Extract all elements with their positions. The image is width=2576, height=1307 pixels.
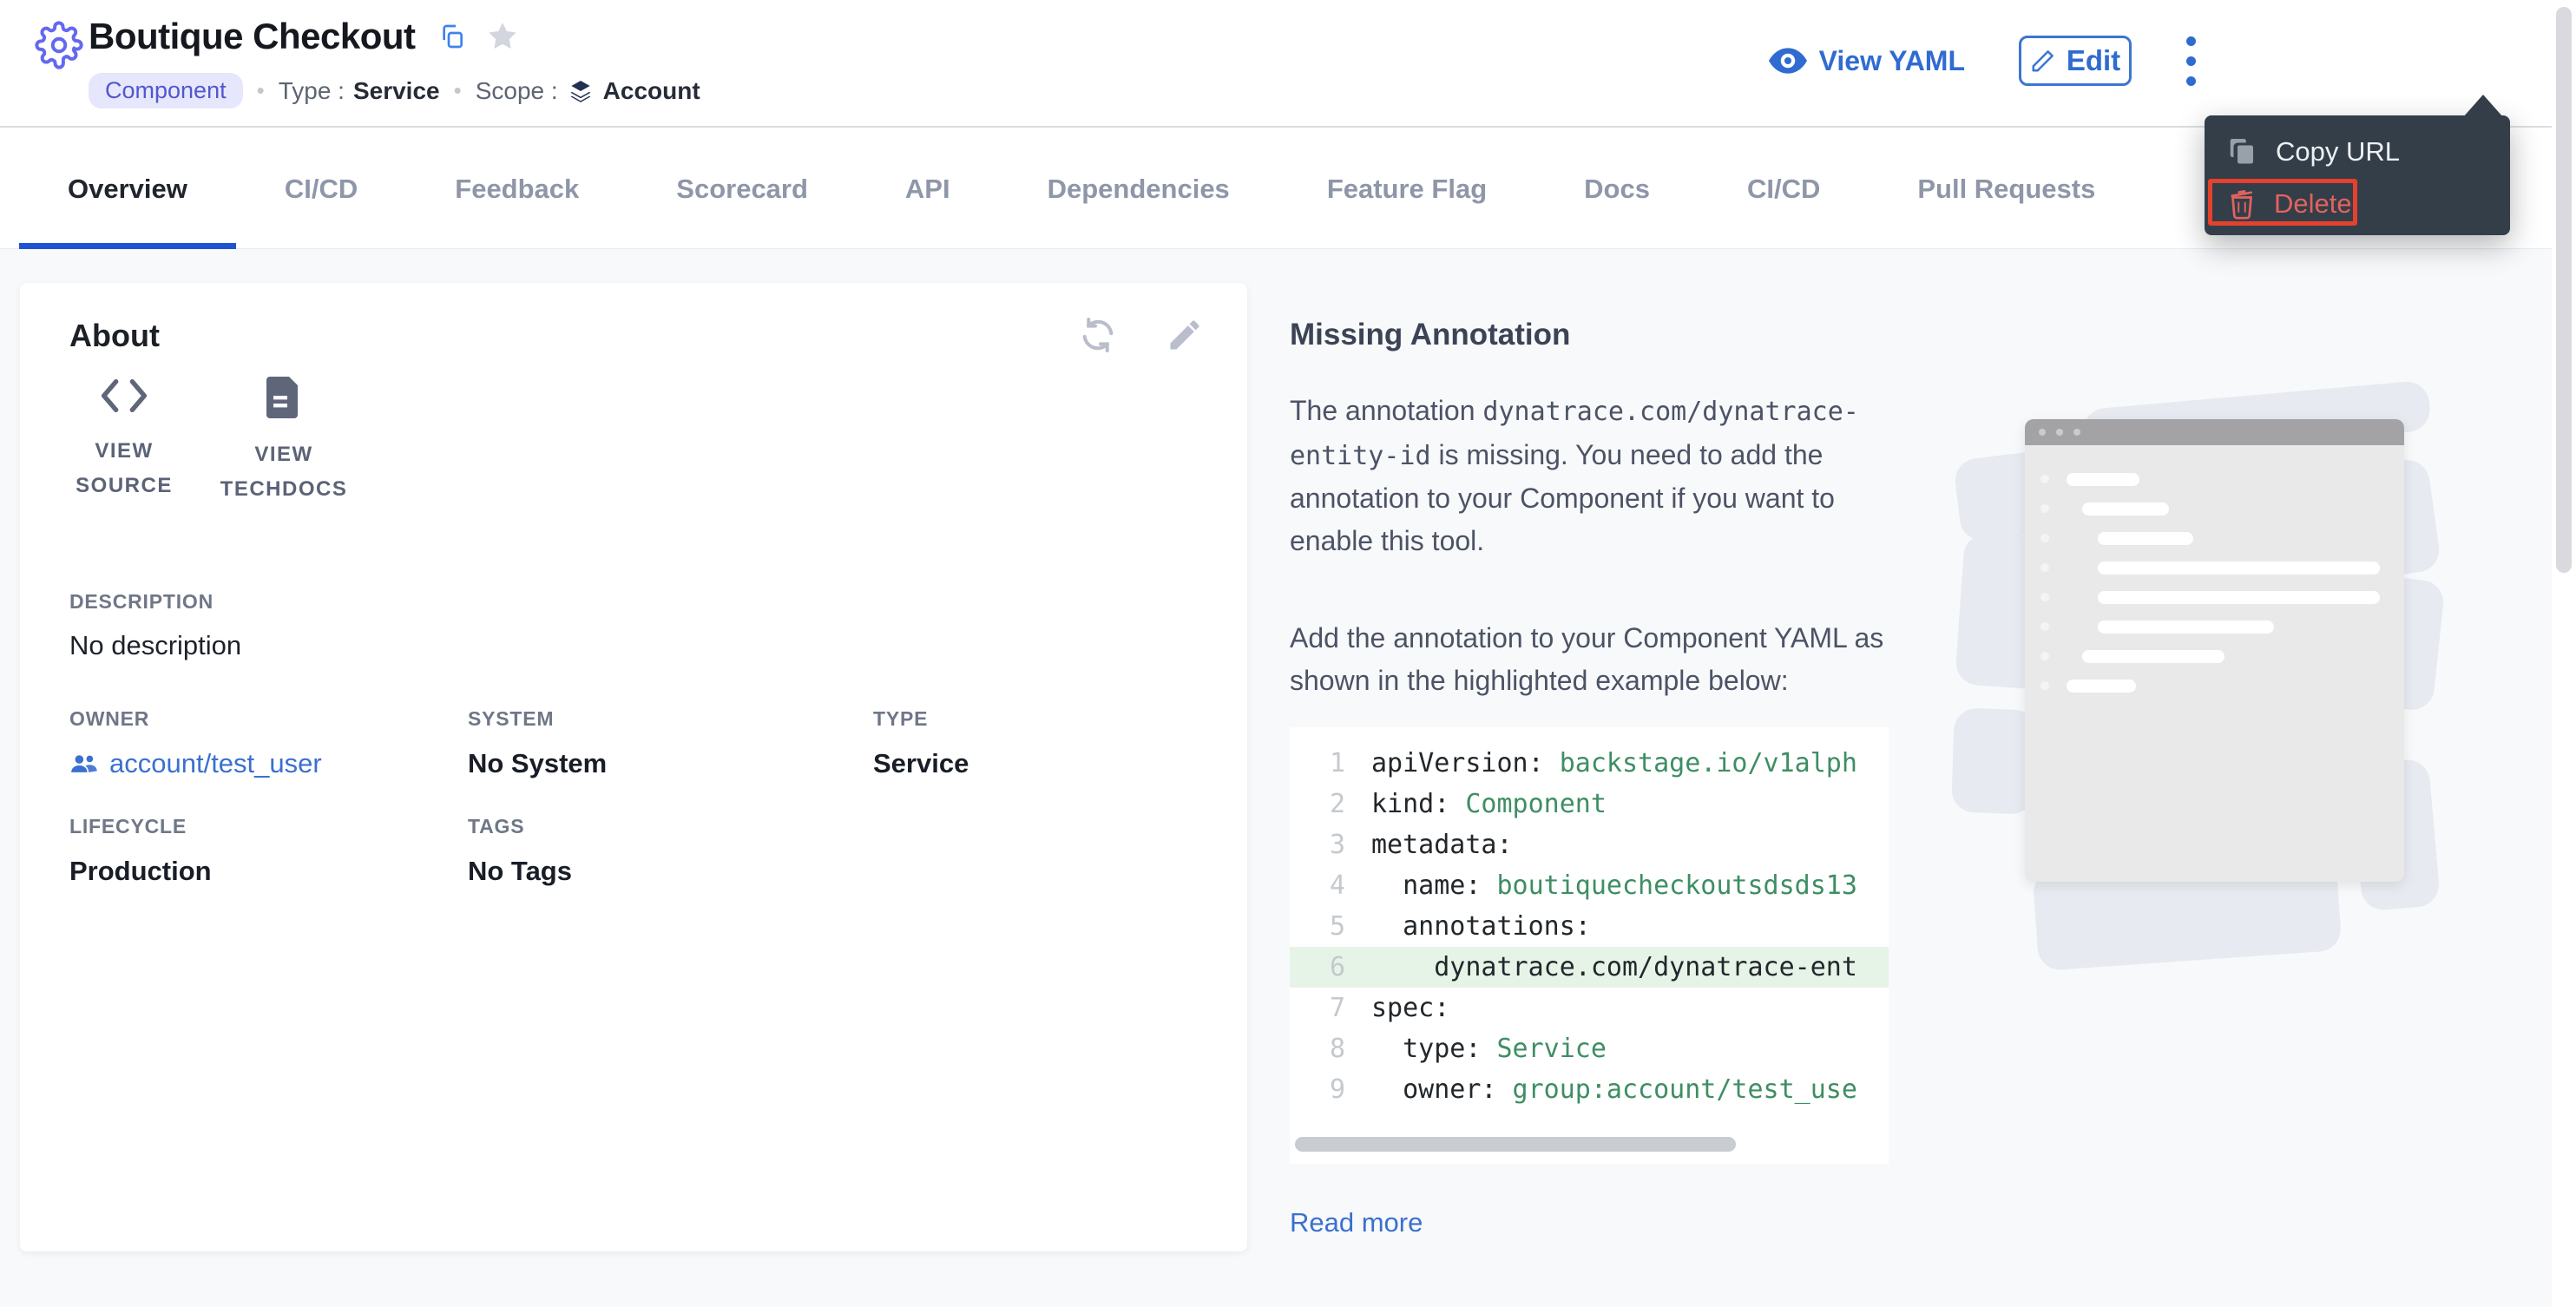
code-line: 1apiVersion: backstage.io/v1alph xyxy=(1290,743,1889,784)
code-brackets-icon xyxy=(100,377,148,415)
tab-cicd[interactable]: CI/CD xyxy=(236,129,406,248)
code-line: 3metadata: xyxy=(1290,824,1889,865)
refresh-button[interactable] xyxy=(1075,312,1120,358)
code-horizontal-scrollbar[interactable] xyxy=(1295,1137,1736,1152)
copy-name-icon[interactable] xyxy=(438,23,466,50)
code-line: 4 name: boutiquecheckoutsdsds13 xyxy=(1290,865,1889,906)
about-card: About xyxy=(20,283,1247,1251)
layers-icon xyxy=(567,77,595,105)
favorite-star-icon[interactable] xyxy=(485,19,520,54)
type-pair: Type : Service xyxy=(279,77,440,105)
owner-group-icon xyxy=(69,752,99,775)
more-options-menu: Copy URL Delete xyxy=(2205,115,2510,235)
code-line: 7spec: xyxy=(1290,988,1889,1028)
owner-link[interactable]: account/test_user xyxy=(69,747,468,780)
pencil-icon xyxy=(2030,48,2056,74)
page-scrollbar-thumb[interactable] xyxy=(2556,7,2572,573)
about-quick-links: VIEW SOURCE VIEW TECHDOCS xyxy=(55,377,353,507)
about-card-actions xyxy=(1075,312,1207,358)
tab-pull-requests[interactable]: Pull Requests xyxy=(1869,129,2144,248)
tab-api[interactable]: API xyxy=(857,129,999,248)
yaml-code-block: 1apiVersion: backstage.io/v1alph 2kind: … xyxy=(1290,727,1889,1164)
code-line: 8 type: Service xyxy=(1290,1028,1889,1069)
page-content: About xyxy=(0,249,2552,1307)
field-tags: TAGS No Tags xyxy=(468,815,873,888)
refresh-icon xyxy=(1078,315,1118,355)
view-techdocs-link[interactable]: VIEW TECHDOCS xyxy=(214,377,353,507)
code-window-illustration xyxy=(1953,379,2439,987)
copy-pages-icon xyxy=(2227,136,2258,167)
view-yaml-button[interactable]: View YAML xyxy=(1769,45,1965,77)
title-row: Boutique Checkout xyxy=(89,16,520,57)
pencil-filled-icon xyxy=(1166,316,1204,354)
entity-page: Boutique Checkout Component • Type : Ser… xyxy=(0,0,2576,1307)
more-options-button[interactable] xyxy=(2168,35,2213,87)
tab-overview[interactable]: Overview xyxy=(19,129,236,248)
field-owner: OWNER account/test_user xyxy=(69,707,468,780)
code-line: 2kind: Component xyxy=(1290,784,1889,824)
edit-button[interactable]: Edit xyxy=(2019,36,2132,86)
view-techdocs-label: VIEW TECHDOCS xyxy=(214,437,353,507)
read-more-link[interactable]: Read more xyxy=(1290,1207,1423,1238)
view-yaml-label: View YAML xyxy=(1819,45,1965,77)
menu-item-copy-url[interactable]: Copy URL xyxy=(2205,128,2510,176)
about-card-title: About xyxy=(69,318,160,354)
code-line: 5 annotations: xyxy=(1290,906,1889,947)
eye-icon xyxy=(1769,48,1807,74)
tab-feedback[interactable]: Feedback xyxy=(406,129,628,248)
description-label: DESCRIPTION xyxy=(69,590,241,613)
delete-label: Delete xyxy=(2274,188,2352,220)
copy-url-label: Copy URL xyxy=(2276,136,2400,167)
description-block: DESCRIPTION No description xyxy=(69,590,241,661)
scope-pair: Scope : Account xyxy=(476,77,700,105)
type-label: Type : xyxy=(279,77,345,105)
illustration-window xyxy=(2025,419,2404,882)
field-lifecycle: LIFECYCLE Production xyxy=(69,815,468,888)
header-actions: View YAML Edit xyxy=(1769,35,2213,87)
scope-label: Scope : xyxy=(476,77,558,105)
code-line: 9 owner: group:account/test_use xyxy=(1290,1069,1889,1110)
scope-value: Account xyxy=(603,77,700,105)
annotation-instruction: Add the annotation to your Component YAM… xyxy=(1290,617,1889,701)
view-source-link[interactable]: VIEW SOURCE xyxy=(55,377,194,507)
entity-header: Boutique Checkout Component • Type : Ser… xyxy=(0,0,2552,128)
separator-dot: • xyxy=(454,77,462,104)
component-gear-icon xyxy=(35,21,83,69)
page-scrollbar xyxy=(2552,0,2576,1307)
illustration-titlebar xyxy=(2025,419,2404,445)
tab-cicd-2[interactable]: CI/CD xyxy=(1699,129,1869,248)
view-source-label: VIEW SOURCE xyxy=(55,434,194,503)
entity-tabs: Overview CI/CD Feedback Scorecard API De… xyxy=(0,129,2552,249)
description-value: No description xyxy=(69,630,241,661)
tab-dependencies[interactable]: Dependencies xyxy=(999,129,1278,248)
tab-scorecard[interactable]: Scorecard xyxy=(628,129,857,248)
code-line-highlighted: 6 dynatrace.com/dynatrace-ent xyxy=(1290,947,1889,988)
field-type: TYPE Service xyxy=(873,707,1212,780)
edit-about-button[interactable] xyxy=(1162,312,1207,358)
annotation-paragraph: The annotation dynatrace.com/dynatrace-e… xyxy=(1290,390,1889,562)
about-fields: OWNER account/test_user SYSTEM No System xyxy=(69,707,1212,888)
kind-chip: Component xyxy=(89,73,243,108)
tab-feature-flag[interactable]: Feature Flag xyxy=(1278,129,1535,248)
edit-label: Edit xyxy=(2067,44,2120,77)
entity-meta-row: Component • Type : Service • Scope : Acc… xyxy=(89,73,700,108)
trash-icon xyxy=(2227,188,2257,220)
tab-docs[interactable]: Docs xyxy=(1535,129,1699,248)
document-icon xyxy=(266,377,301,418)
field-system: SYSTEM No System xyxy=(468,707,873,780)
separator-dot: • xyxy=(257,77,265,104)
missing-annotation-title: Missing Annotation xyxy=(1290,317,1889,353)
page-title: Boutique Checkout xyxy=(89,16,416,57)
menu-arrow xyxy=(2463,95,2503,117)
type-value: Service xyxy=(353,77,440,105)
menu-item-delete[interactable]: Delete xyxy=(2205,180,2510,228)
illustration-code-lines xyxy=(2025,466,2404,702)
missing-annotation-panel: Missing Annotation The annotation dynatr… xyxy=(1290,249,1889,1238)
